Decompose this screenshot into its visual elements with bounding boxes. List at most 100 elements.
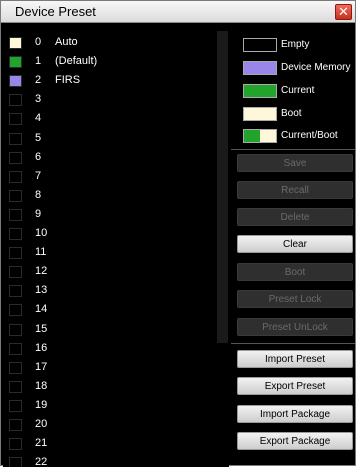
preset-status-swatch [9,419,22,431]
preset-row[interactable]: 15 [9,321,209,339]
preset-number: 21 [35,437,48,450]
preset-status-swatch [9,151,22,164]
preset-row[interactable]: 21 [9,435,209,453]
preset-row[interactable]: 12 [9,263,209,281]
preset-status-swatch [9,361,22,374]
legend-device-memory-swatch [243,61,277,75]
preset-status-swatch [9,189,22,202]
preset-row[interactable]: 14 [9,301,209,319]
preset-status-swatch [9,380,22,393]
preset-row[interactable]: 0 Auto [9,34,209,52]
preset-status-swatch [9,208,22,221]
preset-status-swatch [9,342,22,355]
preset-status-swatch [9,56,22,69]
preset-row[interactable]: 18 [9,378,209,396]
preset-number: 2 [35,74,42,87]
preset-number: 17 [35,360,48,373]
export-package-button[interactable]: Export Package [237,432,353,450]
preset-status-swatch [9,75,22,88]
preset-name: (Default) [55,55,98,68]
preset-number: 3 [35,93,42,106]
preset-row[interactable]: 22 [9,454,209,467]
legend-boot: Boot [243,107,355,123]
preset-row[interactable]: 5 [9,130,209,148]
preset-row[interactable]: 19 [9,397,209,415]
preset-row[interactable]: 17 [9,359,209,377]
clear-button[interactable]: Clear [237,235,353,253]
preset-row[interactable]: 9 [9,206,209,224]
legend-current-swatch [243,84,277,98]
preset-number: 22 [35,456,48,467]
boot-button[interactable]: Boot [237,263,353,281]
preset-lock-button[interactable]: Preset Lock [237,290,353,308]
import-package-button[interactable]: Import Package [237,405,353,423]
preset-number: 0 [35,36,42,48]
preset-row[interactable]: 16 [9,340,209,358]
preset-status-swatch [9,247,22,260]
preset-number: 5 [35,131,42,144]
preset-number: 11 [35,246,47,259]
legend-current: Current [243,84,355,100]
divider [231,343,355,344]
save-button[interactable]: Save [237,154,353,172]
delete-button[interactable]: Delete [237,208,353,226]
legend: Empty Device Memory Current Boot Current… [233,31,355,147]
preset-row[interactable]: 7 [9,168,209,186]
preset-number: 10 [35,227,48,239]
legend-boot-swatch [243,107,277,121]
preset-status-swatch [9,323,22,336]
preset-number: 1 [35,55,42,68]
legend-device-memory: Device Memory [243,61,355,77]
legend-empty: Empty [243,38,355,54]
preset-number: 12 [35,265,48,278]
list-scrollbar[interactable] [217,31,228,343]
preset-status-swatch [9,113,22,126]
preset-list[interactable]: 0 Auto 1 (Default) 2 FIRS 3 4 5 6 7 8 9 10 11 12 13 14 15 1… [3,31,229,467]
preset-status-swatch [9,438,22,451]
preset-status-swatch [9,37,22,49]
preset-number: 9 [35,207,42,220]
legend-current-boot-swatch [243,129,277,143]
preset-row[interactable]: 3 [9,91,209,109]
export-preset-button[interactable]: Export Preset [237,377,353,395]
legend-boot-label: Boot [281,108,302,119]
legend-device-memory-label: Device Memory [281,62,351,73]
close-button[interactable]: ✕ [335,4,352,20]
preset-number: 4 [35,112,42,125]
preset-status-swatch [9,285,22,298]
device-preset-window: Device Preset ✕ 0 Auto 1 (Default) 2 FIRS 3 4 5 6… [0,0,356,467]
preset-number: 8 [35,188,42,201]
preset-number: 7 [35,169,42,182]
preset-row[interactable]: 8 [9,187,209,205]
preset-number: 15 [35,322,48,335]
legend-current-boot: Current/Boot [243,129,355,145]
preset-number: 16 [35,341,48,354]
preset-row[interactable]: 2 FIRS [9,72,209,90]
preset-status-swatch [9,94,22,107]
preset-status-swatch [9,132,22,145]
preset-row[interactable]: 13 [9,282,209,300]
preset-name: Auto [55,36,78,48]
preset-row[interactable]: 20 [9,416,209,434]
preset-row[interactable]: 1 (Default) [9,53,209,71]
preset-number: 14 [35,303,48,316]
legend-current-boot-label: Current/Boot [281,130,338,141]
preset-name: FIRS [55,74,81,87]
preset-row[interactable]: 10 [9,225,209,243]
preset-row[interactable]: 11 [9,244,209,262]
legend-current-label: Current [281,85,315,96]
preset-number: 13 [35,284,48,297]
divider [231,149,355,150]
import-preset-button[interactable]: Import Preset [237,350,353,368]
preset-status-swatch [9,170,22,183]
window-title: Device Preset [15,4,96,19]
preset-unlock-button[interactable]: Preset UnLock [237,318,353,336]
preset-status-swatch [9,266,22,279]
preset-status-swatch [9,304,22,317]
recall-button[interactable]: Recall [237,181,353,199]
preset-row[interactable]: 6 [9,149,209,167]
preset-status-swatch [9,399,22,412]
close-icon: ✕ [338,4,349,19]
preset-status-swatch [9,228,22,240]
preset-row[interactable]: 4 [9,110,209,128]
